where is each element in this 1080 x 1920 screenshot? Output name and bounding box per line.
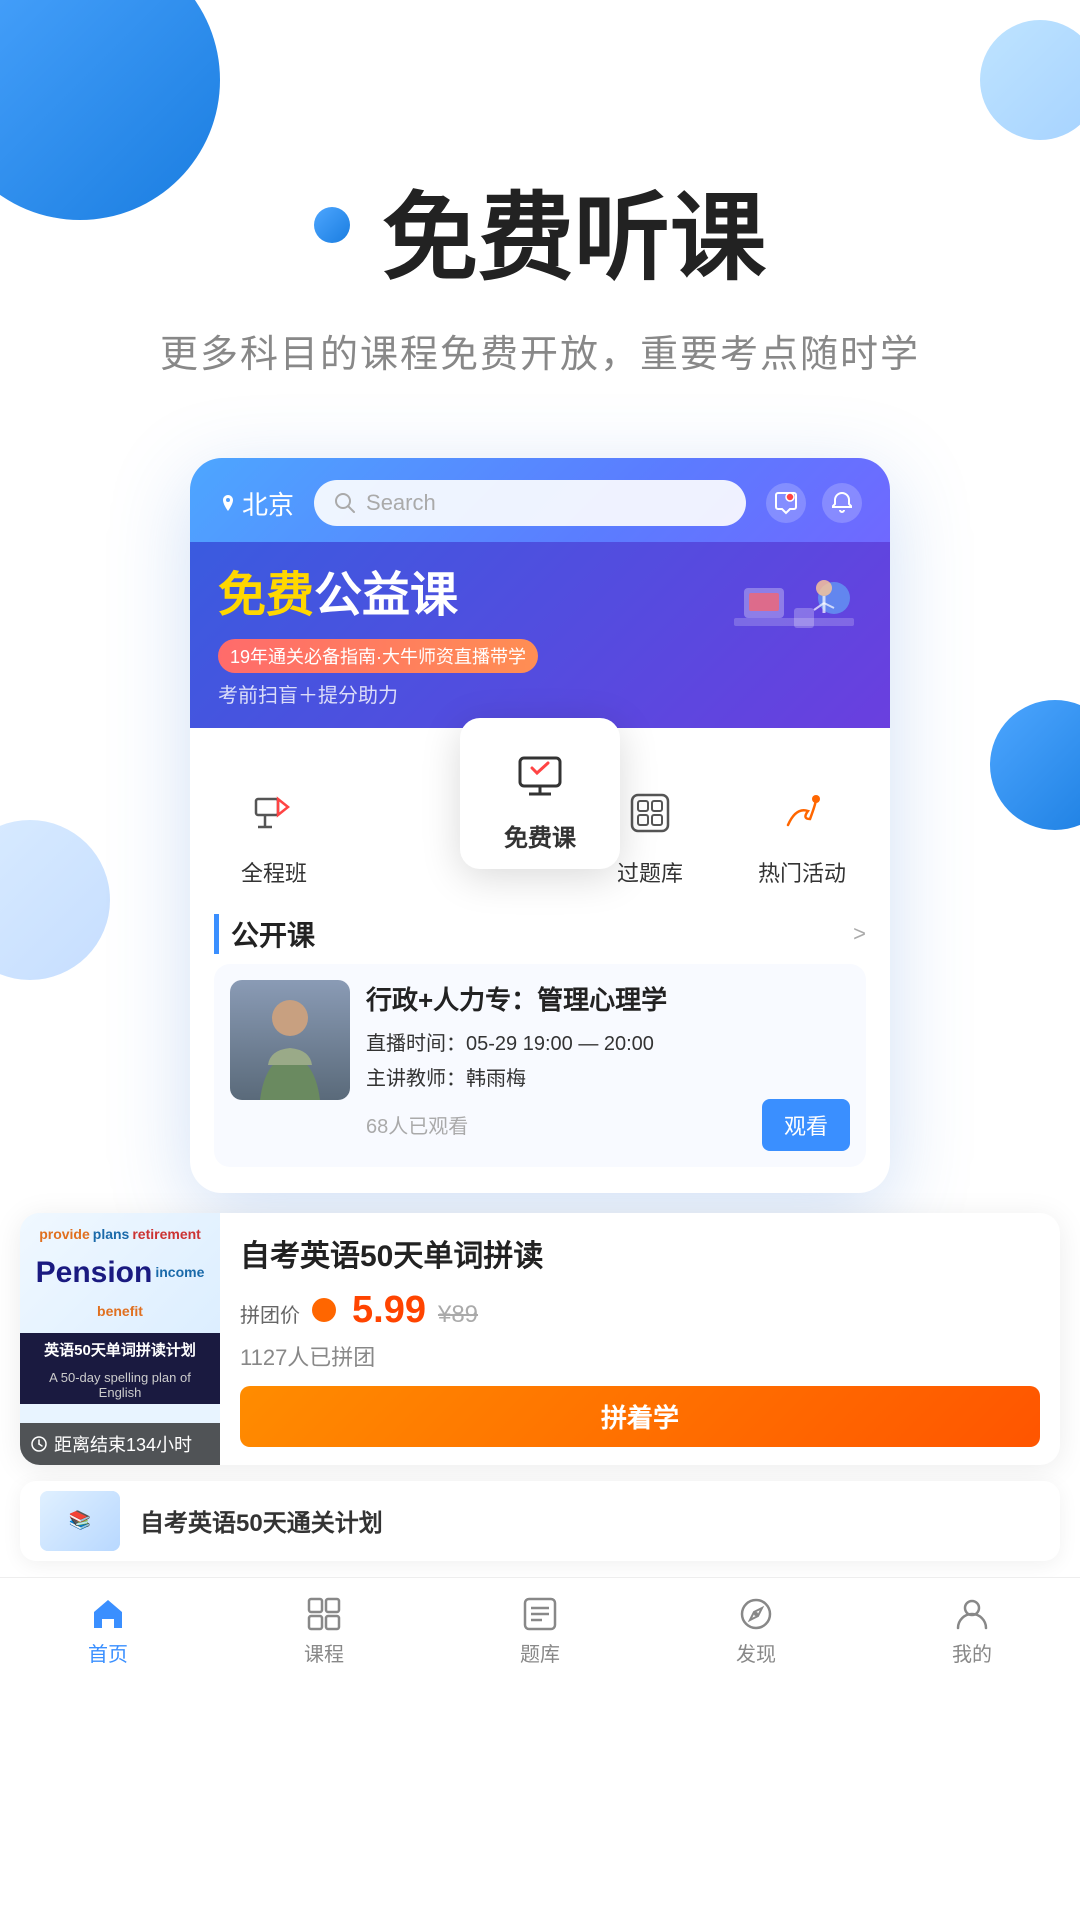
bg-circle-right-mid bbox=[990, 700, 1080, 830]
price-main: 5.99 bbox=[352, 1289, 426, 1332]
discover-icon bbox=[738, 1596, 774, 1632]
nav-item-quanchengban[interactable]: 全程班 bbox=[234, 778, 314, 888]
watch-button[interactable]: 观看 bbox=[762, 1099, 850, 1151]
bottom-preview-text: 自考英语50天通关计划 bbox=[140, 1503, 383, 1538]
price-old: ¥89 bbox=[438, 1301, 478, 1329]
app-header: 北京 Search bbox=[190, 458, 890, 728]
nav-label-tikuku: 过题库 bbox=[617, 856, 683, 888]
mine-icon bbox=[954, 1596, 990, 1632]
word-provide: provide bbox=[39, 1226, 90, 1243]
banner-badge: 19年通关必备指南·大牛师资直播带学 bbox=[218, 639, 538, 673]
app-banner: 免费公益课 19年通关必备指南·大牛师资直播带学 考前扫盲＋提分助力 bbox=[190, 542, 890, 728]
header-icons bbox=[766, 483, 862, 523]
product-timer-overlay: 距离结束134小时 bbox=[20, 1423, 220, 1465]
bg-circle-left-mid bbox=[0, 820, 110, 980]
bottom-preview-card[interactable]: 📚 自考英语50天通关计划 bbox=[20, 1481, 1060, 1561]
nav-item-tikuku[interactable]: 过题库 bbox=[610, 778, 690, 888]
nav-icon-quanchengban bbox=[239, 778, 309, 848]
product-title: 自考英语50天单词拼读 bbox=[240, 1231, 1040, 1275]
course-teacher: 主讲教师：韩雨梅 bbox=[366, 1062, 850, 1091]
location-pin-icon bbox=[218, 493, 238, 513]
location-text: 北京 bbox=[242, 485, 294, 522]
location-label: 北京 bbox=[218, 485, 294, 522]
hero-subtitle: 更多科目的课程免费开放，重要考点随时学 bbox=[60, 323, 1020, 378]
nav-label-quanchengban: 全程班 bbox=[241, 856, 307, 888]
product-info: 自考英语50天单词拼读 拼团价 5.99 ¥89 1127人已拼团 拼着学 bbox=[220, 1213, 1060, 1465]
group-count: 1127人已拼团 bbox=[240, 1340, 1040, 1372]
teacher-silhouette bbox=[230, 980, 350, 1100]
home-icon bbox=[90, 1596, 126, 1632]
price-coin-icon bbox=[312, 1298, 336, 1322]
tab-home-label: 首页 bbox=[88, 1638, 128, 1667]
course-title: 行政+人力专：管理心理学 bbox=[366, 980, 850, 1017]
word-benefit: benefit bbox=[97, 1303, 143, 1320]
app-topbar: 北京 Search bbox=[190, 458, 890, 542]
courses-icon bbox=[306, 1596, 342, 1632]
banner-illustration bbox=[714, 558, 874, 678]
nav-icon-tikuku bbox=[615, 778, 685, 848]
bell-icon[interactable] bbox=[822, 483, 862, 523]
chat-icon[interactable] bbox=[766, 483, 806, 523]
tab-discover[interactable]: 发现 bbox=[696, 1596, 816, 1667]
phone-mockup: 北京 Search bbox=[190, 458, 890, 1193]
banner-sub: 考前扫盲＋提分助力 bbox=[218, 679, 538, 708]
group-buy-button[interactable]: 拼着学 bbox=[240, 1386, 1040, 1447]
word-plans: plans bbox=[93, 1226, 130, 1243]
tab-courses[interactable]: 课程 bbox=[264, 1596, 384, 1667]
bottom-preview-thumb: 📚 bbox=[40, 1491, 120, 1551]
course-broadcast-time: 直播时间：05-29 19:00 — 20:00 bbox=[366, 1027, 850, 1056]
tab-questions[interactable]: 题库 bbox=[480, 1596, 600, 1667]
popup-label: 免费课 bbox=[504, 818, 576, 853]
section-more[interactable]: > bbox=[853, 921, 866, 947]
course-thumb bbox=[230, 980, 350, 1100]
hero-dot bbox=[314, 207, 350, 243]
nav-icon-hotactivity bbox=[767, 778, 837, 848]
search-icon bbox=[334, 492, 356, 514]
tab-home[interactable]: 首页 bbox=[48, 1596, 168, 1667]
course-card: 行政+人力专：管理心理学 直播时间：05-29 19:00 — 20:00 主讲… bbox=[214, 964, 866, 1167]
tab-questions-label: 题库 bbox=[520, 1638, 560, 1667]
product-thumb-inner: provide plans retirement Pension income … bbox=[20, 1213, 220, 1465]
hero-section: 免费听课 更多科目的课程免费开放，重要考点随时学 bbox=[0, 0, 1080, 418]
product-card: provide plans retirement Pension income … bbox=[20, 1213, 1060, 1465]
course-info: 行政+人力专：管理心理学 直播时间：05-29 19:00 — 20:00 主讲… bbox=[366, 980, 850, 1151]
tab-mine[interactable]: 我的 bbox=[912, 1596, 1032, 1667]
tab-mine-label: 我的 bbox=[952, 1638, 992, 1667]
product-subtitle-overlay: A 50-day spelling plan of English bbox=[20, 1366, 220, 1404]
word-cloud: provide plans retirement Pension income … bbox=[20, 1213, 220, 1333]
tab-discover-label: 发现 bbox=[736, 1638, 776, 1667]
product-timer-text: 距离结束134小时 bbox=[54, 1431, 192, 1457]
price-label: 拼团价 bbox=[240, 1299, 300, 1328]
nav-icons-row: 免费课 全程班 bbox=[190, 728, 890, 898]
search-bar-placeholder: Search bbox=[366, 490, 436, 516]
product-title-overlay: 英语50天单词拼读计划 bbox=[20, 1333, 220, 1366]
bottom-tab-bar: 首页 课程 题库 发现 我的 bbox=[0, 1577, 1080, 1697]
word-pension: Pension bbox=[36, 1255, 153, 1291]
section-title: 公开课 bbox=[214, 914, 315, 954]
word-retirement: retirement bbox=[132, 1226, 200, 1243]
course-views: 68人已观看 bbox=[366, 1110, 468, 1139]
nav-item-hotactivity[interactable]: 热门活动 bbox=[758, 778, 846, 888]
popup-card: 免费课 bbox=[460, 718, 620, 869]
section-header: 公开课 > bbox=[190, 898, 890, 964]
tab-courses-label: 课程 bbox=[304, 1638, 344, 1667]
hero-title: 免费听课 bbox=[382, 160, 766, 299]
search-bar[interactable]: Search bbox=[314, 480, 746, 526]
nav-label-hotactivity: 热门活动 bbox=[758, 856, 846, 888]
popup-icon bbox=[505, 738, 575, 808]
word-income: income bbox=[155, 1264, 204, 1281]
price-row: 拼团价 5.99 ¥89 bbox=[240, 1289, 1040, 1332]
course-bottom: 68人已观看 观看 bbox=[366, 1099, 850, 1151]
questions-icon bbox=[522, 1596, 558, 1632]
product-thumb: provide plans retirement Pension income … bbox=[20, 1213, 220, 1465]
banner-main-text: 公益课 bbox=[314, 569, 458, 622]
banner-free-text: 免费 bbox=[218, 569, 314, 622]
